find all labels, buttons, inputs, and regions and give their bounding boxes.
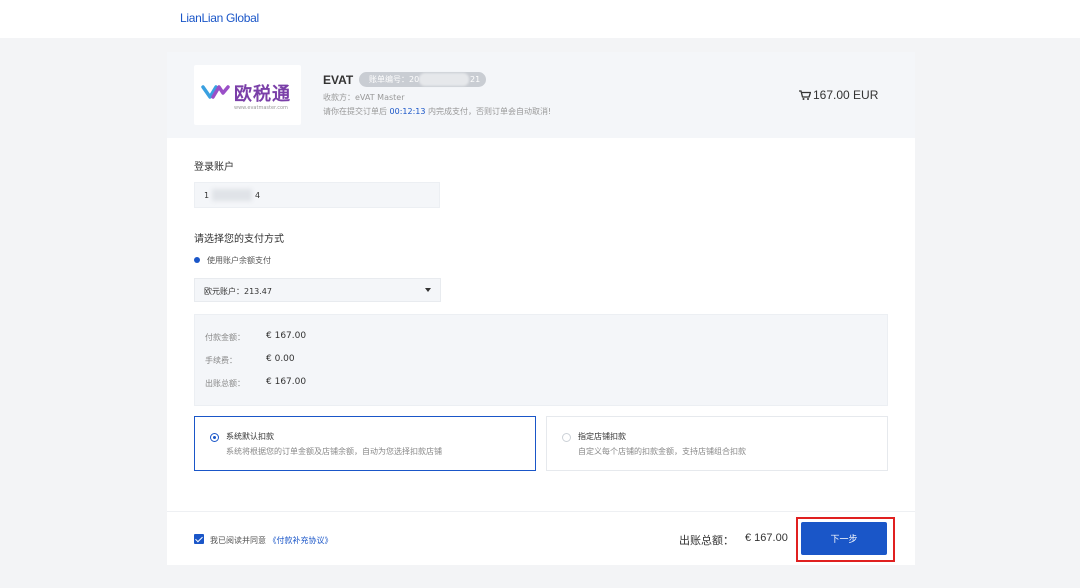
summary-label: 付款金额： [205,333,245,342]
order-number-redacted [419,73,469,86]
summary-label: 手续费： [205,356,237,365]
account-redacted [212,189,252,201]
agreement: 我已阅读并同意 《付款补充协议》 [194,534,333,546]
summary-label: 出账总额： [205,379,245,388]
order-number-label: 账单编号：20 [369,75,420,84]
order-amount: 167.00 EUR [799,88,878,102]
radio-icon [562,433,571,442]
radio-selected-icon [194,257,200,263]
merchant-logo: 欧税通 www.evatmaster.com [194,65,301,125]
agree-text: 我已阅读并同意 [210,536,266,545]
checkout-footer: 我已阅读并同意 《付款补充协议》 出账总额： € 167.00 下一步 [167,511,915,565]
option-default-deduction[interactable]: 系统默认扣款 系统将根据您的订单金额及店铺余额，自动为您选择扣款店铺 [194,416,536,471]
option-specified-store-deduction[interactable]: 指定店铺扣款 自定义每个店铺的扣款金额，支持店铺组合扣款 [546,416,888,471]
option-title: 指定店铺扣款 [578,432,626,441]
payment-deadline-notice: 请你在提交订单后 00:12:13 内完成支付，否则订单会自动取消! [323,106,551,117]
order-amount-value: 167.00 EUR [813,88,879,102]
radio-icon [210,433,219,442]
merchant-title: EVAT [323,73,354,87]
total-value: € 167.00 [745,532,788,544]
login-account-field: 1 4 [194,182,440,208]
next-step-button[interactable]: 下一步 [801,522,887,555]
countdown-timer: 00:12:13 [389,107,426,116]
summary-value: € 0.00 [266,354,295,364]
brand-logo[interactable]: LianLian Global [180,11,259,25]
account-prefix: 1 [204,191,210,200]
top-bar: LianLian Global [0,0,1080,38]
cart-icon [799,90,811,100]
account-select[interactable]: 欧元账户：213.47 [194,278,441,302]
payment-method-label: 请选择您的支付方式 [194,234,284,245]
summary-value: € 167.00 [266,331,307,341]
evat-logo-icon [201,85,230,99]
summary-row-fee: 手续费： € 0.00 [205,354,295,366]
caret-down-icon [425,288,431,292]
login-account-label: 登录账户 [194,162,234,173]
agreement-link[interactable]: 《付款补充协议》 [269,536,333,545]
merchant-header: 欧税通 www.evatmaster.com EVAT 账单编号：20 21 收… [167,52,915,138]
agree-checkbox[interactable] [194,534,204,544]
balance-payment-radio[interactable]: 使用账户余额支付 [194,255,271,266]
option-description: 系统将根据您的订单金额及店铺余额，自动为您选择扣款店铺 [226,447,442,456]
summary-row-payment: 付款金额： € 167.00 [205,331,306,343]
checkout-card: 欧税通 www.evatmaster.com EVAT 账单编号：20 21 收… [167,52,915,565]
account-select-value: 欧元账户：213.47 [204,287,272,296]
option-description: 自定义每个店铺的扣款金额，支持店铺组合扣款 [578,447,746,456]
notice-prefix: 请你在提交订单后 [323,107,390,116]
notice-suffix: 内完成支付，否则订单会自动取消! [425,107,552,116]
summary-value: € 167.00 [266,377,307,387]
order-number-suffix: 21 [470,75,481,84]
logo-text: 欧税通 [234,84,291,105]
payee-text: 收款方：eVAT Master [323,93,405,102]
order-number-badge: 账单编号：20 21 [359,72,486,87]
account-suffix: 4 [255,191,261,200]
summary-row-total: 出账总额： € 167.00 [205,377,306,389]
logo-url-text: www.evatmaster.com [234,105,288,111]
payment-summary: 付款金额： € 167.00 手续费： € 0.00 出账总额： € 167.0… [194,314,888,406]
balance-payment-label: 使用账户余额支付 [207,256,271,265]
total-label: 出账总额： [679,534,734,547]
option-title: 系统默认扣款 [226,432,274,441]
